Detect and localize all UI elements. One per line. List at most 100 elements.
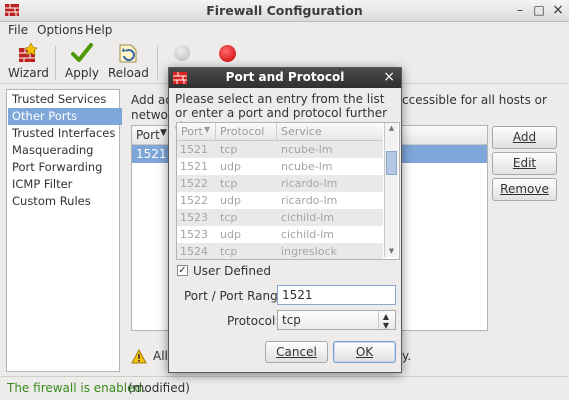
- window-titlebar: Firewall Configuration – □ ×: [0, 0, 569, 22]
- menu-help[interactable]: Help: [85, 23, 112, 37]
- user-defined-checkbox[interactable]: ✓: [177, 265, 188, 276]
- sidebar-item-trusted-interfaces[interactable]: Trusted Interfaces: [8, 125, 122, 142]
- toolbar-separator: [157, 46, 158, 80]
- dialog-titlebar: Port and Protocol ×: [169, 68, 401, 88]
- protocol-label: Protocol:: [227, 314, 280, 328]
- cell-service: cichild-lm: [281, 228, 334, 241]
- menubar: File Options Help: [0, 22, 569, 40]
- cell-protocol: udp: [220, 160, 241, 173]
- dialog-title: Port and Protocol: [225, 70, 345, 84]
- protocol-value: tcp: [282, 313, 301, 327]
- add-label: Add: [512, 130, 537, 144]
- cell-port: 1522: [180, 177, 208, 190]
- ok-label: OK: [355, 345, 374, 359]
- ok-button[interactable]: OK: [333, 341, 396, 363]
- menu-options[interactable]: Options: [37, 23, 83, 37]
- list-item[interactable]: 1523 udp cichild-lm: [177, 226, 383, 243]
- chevron-down-icon: ▼: [204, 125, 211, 134]
- warning-icon: [131, 349, 147, 364]
- edit-button[interactable]: Edit: [492, 152, 557, 175]
- list-item[interactable]: 1522 tcp ricardo-lm: [177, 175, 383, 192]
- toolbar-separator: [55, 46, 56, 80]
- cell-protocol: udp: [220, 228, 241, 241]
- cell-port: 1522: [180, 194, 208, 207]
- cell-port: 1521: [180, 143, 208, 156]
- protocol-select[interactable]: tcp ▲ ▼: [277, 310, 396, 330]
- minimize-button[interactable]: –: [512, 2, 528, 18]
- remove-label: Remove: [500, 182, 549, 196]
- scrollbar-thumb[interactable]: [386, 151, 397, 175]
- service-list[interactable]: Port ▼ Protocol Service 1521 tcp ncube-lm …: [176, 122, 400, 260]
- checkmark-icon: [70, 42, 94, 64]
- list-item[interactable]: 1521 udp ncube-lm: [177, 158, 383, 175]
- cell-port: 1523: [180, 211, 208, 224]
- chevron-down-icon: ▼: [160, 128, 167, 138]
- window-title: Firewall Configuration: [206, 3, 363, 18]
- dialog-close-button[interactable]: ×: [383, 69, 395, 85]
- column-divider: [215, 123, 216, 140]
- cell-service: ricardo-lm: [281, 194, 338, 207]
- reload-button[interactable]: Reload: [108, 42, 149, 80]
- sidebar-item-port-forwarding[interactable]: Port Forwarding: [8, 159, 122, 176]
- cell-port: 1524: [180, 245, 208, 258]
- sidebar-item-trusted-services[interactable]: Trusted Services: [8, 91, 122, 108]
- statusbar: The firewall is enabled. (modified): [0, 376, 569, 400]
- cell-protocol: tcp: [220, 211, 238, 224]
- select-arrows-icon: ▲ ▼: [378, 311, 393, 330]
- cell-service: cichild-lm: [281, 211, 334, 224]
- apply-button[interactable]: Apply: [64, 42, 100, 80]
- cell-protocol: udp: [220, 194, 241, 207]
- close-window-button[interactable]: ×: [550, 2, 566, 18]
- cancel-button[interactable]: Cancel: [265, 341, 328, 363]
- cell-protocol: tcp: [220, 245, 238, 258]
- warning-text-tail: y.: [402, 349, 412, 363]
- cell-service: ingreslock: [281, 245, 337, 258]
- cell-service: ncube-lm: [281, 143, 333, 156]
- user-defined-label: User Defined: [193, 264, 271, 278]
- list-item[interactable]: 1524 tcp ingreslock: [177, 243, 383, 259]
- remove-button[interactable]: Remove: [492, 178, 557, 201]
- service-list-header: Port ▼ Protocol Service: [177, 123, 383, 141]
- protocol-column-header[interactable]: Protocol: [220, 125, 264, 138]
- cell-service: ncube-lm: [281, 160, 333, 173]
- port-range-label: Port / Port Range:: [184, 289, 290, 303]
- menu-file[interactable]: File: [8, 23, 28, 37]
- sidebar-item-icmp-filter[interactable]: ICMP Filter: [8, 176, 122, 193]
- modified-indicator: (modified): [128, 381, 190, 395]
- maximize-button[interactable]: □: [531, 2, 547, 18]
- sidebar-item-custom-rules[interactable]: Custom Rules: [8, 193, 122, 210]
- edit-label: Edit: [512, 156, 537, 170]
- description-tail: ccessible for all hosts or: [402, 93, 547, 107]
- port-column-header[interactable]: Port: [181, 125, 203, 138]
- cell-protocol: tcp: [220, 143, 238, 156]
- cell-service: ricardo-lm: [281, 177, 338, 190]
- port-protocol-dialog: Port and Protocol × Please select an ent…: [168, 67, 402, 373]
- sidebar-item-masquerading[interactable]: Masquerading: [8, 142, 122, 159]
- cell-protocol: tcp: [220, 177, 238, 190]
- wizard-button[interactable]: Wizard: [8, 42, 49, 80]
- list-item[interactable]: 1522 udp ricardo-lm: [177, 192, 383, 209]
- cell-port: 1521: [180, 160, 208, 173]
- service-column-header[interactable]: Service: [281, 125, 322, 138]
- list-item[interactable]: 1523 tcp cichild-lm: [177, 209, 383, 226]
- port-column-header[interactable]: Port: [136, 128, 160, 142]
- stop-icon[interactable]: [219, 45, 236, 62]
- list-item[interactable]: 1521 tcp ncube-lm: [177, 141, 383, 158]
- wizard-icon: [16, 42, 40, 64]
- port-range-input[interactable]: 1521: [277, 285, 396, 305]
- apply-label: Apply: [65, 66, 99, 80]
- reload-icon: [116, 42, 140, 64]
- port-range-value: 1521: [282, 288, 313, 302]
- scroll-up-icon[interactable]: ▲: [386, 124, 397, 133]
- disabled-status-icon: [174, 45, 190, 61]
- scroll-down-icon[interactable]: ▼: [386, 247, 397, 256]
- table-cell-port: 1521: [136, 147, 167, 161]
- sidebar: Trusted Services Other Ports Trusted Int…: [6, 89, 122, 372]
- add-button[interactable]: Add: [492, 126, 557, 149]
- sidebar-item-other-ports[interactable]: Other Ports: [8, 108, 122, 125]
- reload-label: Reload: [108, 66, 149, 80]
- column-divider: [276, 123, 277, 140]
- firewall-status: The firewall is enabled.: [7, 381, 146, 395]
- list-scrollbar[interactable]: ▲ ▼: [384, 123, 398, 257]
- cell-port: 1523: [180, 228, 208, 241]
